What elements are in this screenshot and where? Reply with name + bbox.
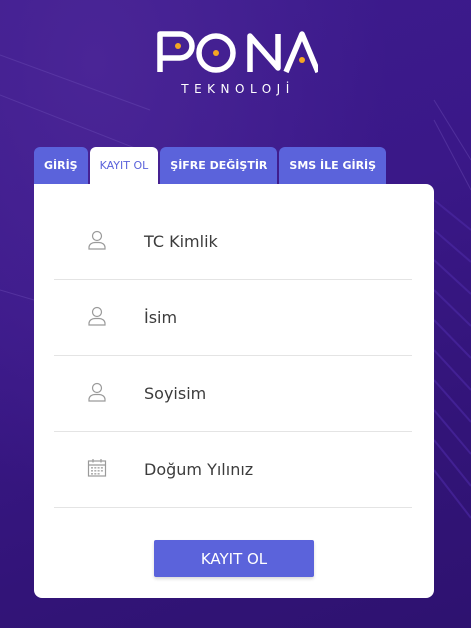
- soyisim-placeholder: Soyisim: [144, 384, 207, 403]
- tab-kayit-ol[interactable]: KAYIT OL: [89, 147, 159, 184]
- auth-tabs: GİRİŞ KAYIT OL ŞİFRE DEĞİŞTİR SMS İLE Gİ…: [34, 147, 388, 184]
- tab-giris[interactable]: GİRİŞ: [34, 147, 88, 184]
- brand-logo: TEKNOLOJİ: [0, 28, 471, 96]
- isim-field[interactable]: İsim: [54, 280, 412, 356]
- kayit-ol-button[interactable]: KAYIT OL: [154, 540, 314, 577]
- tc-kimlik-placeholder: TC Kimlik: [144, 232, 218, 251]
- isim-placeholder: İsim: [144, 308, 178, 327]
- user-icon: [87, 230, 107, 250]
- tab-sms-ile-giris[interactable]: SMS İLE GİRİŞ: [279, 147, 387, 184]
- brand-subtitle: TEKNOLOJİ: [181, 82, 295, 96]
- pona-logo-icon: [156, 31, 318, 74]
- calendar-icon: [87, 458, 107, 478]
- tab-sifre-degistir[interactable]: ŞİFRE DEĞİŞTİR: [160, 147, 278, 184]
- tc-kimlik-field[interactable]: TC Kimlik: [54, 204, 412, 280]
- dogum-yili-field[interactable]: Doğum Yılınız: [54, 432, 412, 508]
- register-form-card: TC Kimlik İsim Soyisim Doğum Yılınız KAY…: [34, 184, 434, 598]
- soyisim-field[interactable]: Soyisim: [54, 356, 412, 432]
- dogum-yili-placeholder: Doğum Yılınız: [144, 460, 254, 479]
- user-icon: [87, 306, 107, 326]
- user-icon: [87, 382, 107, 402]
